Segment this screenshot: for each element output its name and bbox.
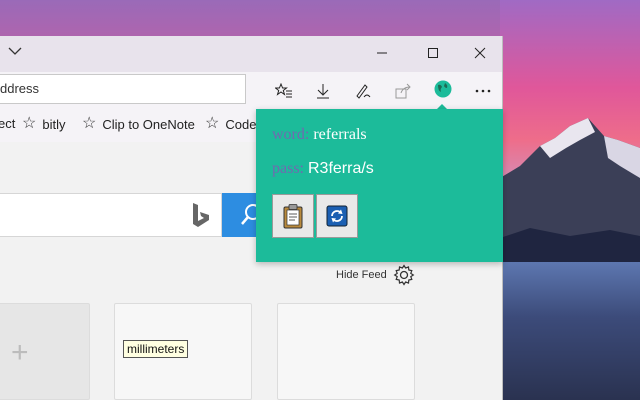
refresh-button[interactable] [316,194,358,238]
star-icon: ☆ [22,115,37,132]
desktop-wallpaper [500,0,640,400]
bing-logo-icon [193,203,209,227]
pass-label: pass: [272,160,304,177]
favorite-label: bitly [42,116,66,132]
top-site-tile[interactable] [277,303,415,400]
more-icon[interactable] [472,80,494,102]
clipboard-icon [283,204,303,229]
star-icon: ☆ [82,115,97,132]
favorite-label: Clip to OneNote [102,116,195,132]
maximize-icon[interactable] [421,42,445,64]
close-icon[interactable] [468,42,492,64]
hide-feed-link[interactable]: Hide Feed [336,269,387,281]
star-icon: ☆ [205,115,220,132]
word-value: referrals [313,126,367,143]
copy-button[interactable] [272,194,314,238]
refresh-icon [326,205,348,227]
extension-globe-icon[interactable] [432,78,454,100]
title-bar [0,36,502,72]
word-row: word: referrals [272,126,367,144]
pen-icon[interactable] [352,80,374,102]
plus-icon: + [11,336,29,369]
share-icon[interactable] [392,80,414,102]
favorite-label: Code [225,116,257,132]
pass-row: pass: R3ferra/s [272,160,374,178]
extension-popup: word: referrals pass: R3ferra/s [256,109,503,262]
mountain-graphic [500,118,640,278]
favorite-item-code[interactable]: ☆ Code [205,116,256,132]
word-label: word: [272,126,310,143]
gear-icon[interactable] [393,264,415,286]
favorite-item[interactable]: ect [0,116,15,131]
download-icon[interactable] [312,80,334,102]
tooltip: millimeters [123,340,189,358]
add-site-tile[interactable]: + [0,303,90,400]
favorite-item-clip-to-onenote[interactable]: ☆ Clip to OneNote [82,116,195,132]
pass-value: R3ferra/s [308,160,374,177]
minimize-icon[interactable] [370,42,394,64]
chevron-down-icon[interactable] [8,44,26,62]
favorite-item-bitly[interactable]: ☆ bitly [22,116,65,132]
favorite-label: ect [0,116,16,131]
favorites-star-icon[interactable] [273,80,295,102]
search-input[interactable] [0,193,222,237]
address-bar[interactable]: ddress [0,74,246,104]
